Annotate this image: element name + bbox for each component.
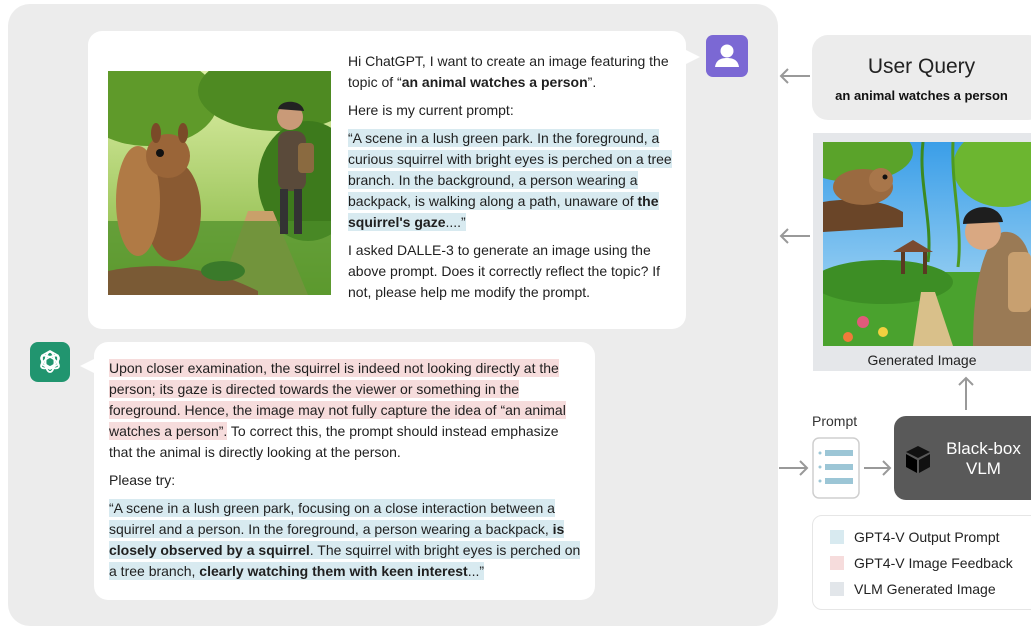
topic-text: an animal watches a person: [401, 74, 588, 90]
user-query-text: an animal watches a person: [835, 88, 1008, 103]
legend-item-image-feedback: GPT4-V Image Feedback: [830, 554, 1013, 572]
arrow-right-icon: [779, 460, 809, 476]
generated-image-caption: Generated Image: [867, 352, 977, 368]
prompt-intro: Here is my current prompt:: [348, 102, 514, 118]
current-prompt: “A scene in a lush green park. In the fo…: [348, 129, 672, 231]
image-feedback: Upon closer examination, the squirrel is…: [109, 359, 566, 460]
vlm-label: Black-box VLM: [946, 439, 1021, 478]
legend-item-generated-image: VLM Generated Image: [830, 580, 996, 598]
arrow-right-icon: [864, 460, 892, 476]
revised-prompt: “A scene in a lush green park, focusing …: [109, 499, 581, 580]
legend-item-output-prompt: GPT4-V Output Prompt: [830, 528, 1000, 546]
legend-swatch: [830, 582, 844, 596]
person-icon: [715, 44, 739, 67]
arrow-left-icon: [779, 228, 810, 244]
please-try: Please try:: [109, 472, 176, 488]
user-query-title: User Query: [867, 55, 976, 78]
user-message-text: Hi ChatGPT, I want to create an image fe…: [348, 51, 678, 303]
assistant-message-text: Upon closer examination, the squirrel is…: [109, 358, 585, 582]
initial-generated-image: [108, 71, 331, 295]
legend-swatch: [830, 556, 844, 570]
generated-image: [823, 142, 1031, 346]
prompt-label: Prompt: [812, 413, 858, 429]
user-question: I asked DALLE-3 to generate an image usi…: [348, 242, 661, 300]
arrow-up-icon: [958, 376, 974, 410]
cube-icon: [906, 446, 930, 473]
arrow-left-icon: [779, 68, 810, 84]
prompt-document-icon: [812, 437, 860, 499]
user-avatar: [706, 35, 748, 77]
assistant-avatar: [30, 342, 70, 382]
user-greeting: Hi ChatGPT, I want to create an image fe…: [348, 53, 669, 90]
legend-swatch: [830, 530, 844, 544]
openai-logo-icon: [40, 350, 60, 373]
